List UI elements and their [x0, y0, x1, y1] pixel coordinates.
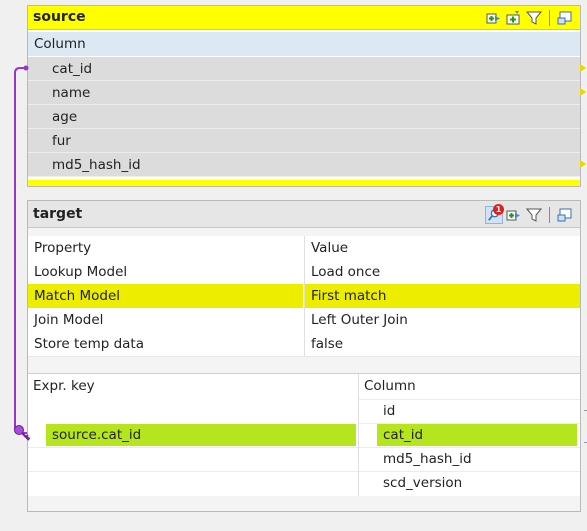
value-column-header: Value: [304, 236, 580, 260]
key-icon: [13, 424, 31, 442]
source-field-row[interactable]: md5_hash_id: [28, 153, 586, 177]
add-output-icon[interactable]: [505, 206, 523, 224]
property-row[interactable]: Store temp data false: [28, 332, 580, 357]
source-footer: [28, 180, 580, 186]
properties-header-row: Property Value: [28, 236, 580, 261]
toolbar-separator: [549, 10, 550, 26]
property-value[interactable]: Load once: [304, 260, 580, 284]
minimize-icon[interactable]: [556, 206, 574, 224]
property-name: Store temp data: [34, 336, 144, 352]
property-row-selected[interactable]: Match Model First match: [28, 284, 580, 309]
source-panel: source Column cat_id name age fur md5_ha…: [27, 5, 586, 187]
target-column-item[interactable]: scd_version: [377, 472, 577, 494]
target-column-item[interactable]: md5_hash_id: [377, 448, 577, 470]
source-field-label: age: [52, 109, 78, 125]
row-divider: [28, 471, 358, 472]
property-name: Match Model: [28, 284, 303, 308]
minimize-icon[interactable]: [556, 9, 574, 27]
toolbar-separator: [549, 207, 550, 223]
connector-arrow-icon: [580, 160, 586, 168]
property-column-header: Property: [34, 240, 92, 256]
target-toolbar: 1: [485, 204, 574, 224]
target-header: target 1: [28, 201, 580, 228]
target-column-header: Column: [364, 378, 416, 394]
row-divider: [28, 447, 358, 448]
property-name: Lookup Model: [34, 264, 128, 280]
connector-arrow-icon: [580, 64, 586, 72]
expr-key-header: Expr. key: [33, 378, 95, 394]
property-value[interactable]: First match: [304, 284, 580, 308]
warning-icon[interactable]: 1: [485, 204, 504, 224]
filter-icon[interactable]: [525, 9, 543, 27]
source-field-label: md5_hash_id: [52, 157, 141, 173]
target-panel: target 1 Property Value Lookup Model Loa…: [27, 200, 581, 512]
property-value[interactable]: Left Outer Join: [304, 308, 580, 332]
source-field-label: name: [52, 85, 91, 101]
property-value[interactable]: false: [304, 332, 580, 356]
source-header: source: [28, 6, 580, 30]
connector-arrow-icon: [580, 88, 586, 96]
target-column-item-matched[interactable]: cat_id: [377, 424, 577, 446]
filter-icon[interactable]: [525, 206, 543, 224]
source-title: source: [33, 9, 86, 25]
source-field-row[interactable]: cat_id: [28, 57, 586, 81]
expression-mapping-area: Expr. key Column source.cat_id id cat_id…: [28, 373, 580, 496]
add-input-icon[interactable]: [505, 9, 523, 27]
source-field-row[interactable]: name: [28, 81, 586, 105]
expr-key-cell[interactable]: source.cat_id: [46, 424, 356, 446]
property-row[interactable]: Lookup Model Load once: [28, 260, 580, 285]
source-field-row[interactable]: fur: [28, 129, 580, 153]
source-field-row[interactable]: age: [28, 105, 580, 129]
property-row[interactable]: Join Model Left Outer Join: [28, 308, 580, 333]
target-column-item[interactable]: id: [377, 400, 577, 422]
source-column-header: Column: [28, 32, 580, 56]
source-field-label: cat_id: [52, 61, 93, 77]
source-toolbar: [485, 9, 574, 27]
column-divider: [358, 374, 359, 496]
warning-count-badge: 1: [493, 204, 504, 215]
add-output-icon[interactable]: [485, 9, 503, 27]
source-field-label: fur: [52, 133, 71, 149]
property-name: Join Model: [34, 312, 104, 328]
target-title: target: [33, 206, 83, 222]
